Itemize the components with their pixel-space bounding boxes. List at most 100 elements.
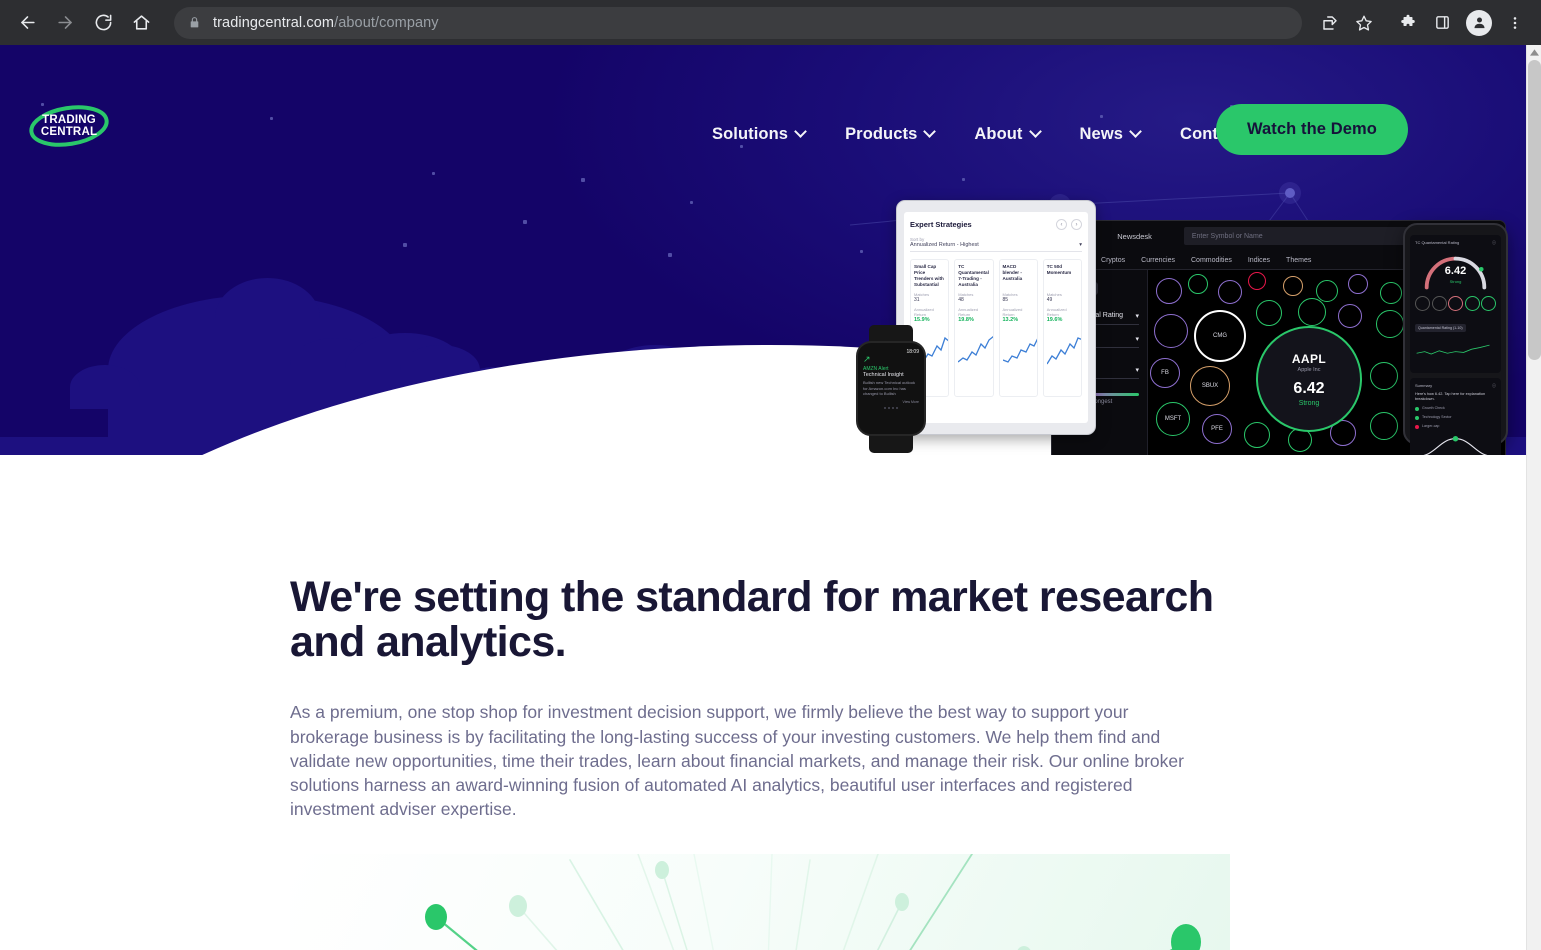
url-path: /about/company <box>334 14 439 31</box>
bubble-symbol: AAPL <box>1291 351 1327 366</box>
bubble <box>1380 282 1402 304</box>
laptop-tab-indices: Indices <box>1247 256 1271 264</box>
site-navigation: TRADING CENTRAL Solutions Products About… <box>0 45 1526 175</box>
chrome-menu-button[interactable] <box>1499 7 1531 39</box>
address-bar[interactable]: tradingcentral.com/about/company <box>174 6 1302 39</box>
bookmark-button[interactable] <box>1348 7 1380 39</box>
bubble-label: PFE <box>1211 426 1223 432</box>
tablet-title: Expert Strategies <box>910 220 972 229</box>
share-button[interactable] <box>1314 7 1346 39</box>
sparkline-chart <box>957 336 993 363</box>
bubble <box>1154 314 1188 348</box>
nav-item-solutions[interactable]: Solutions <box>712 119 807 150</box>
watch-alert-subtitle: Technical Insight <box>863 372 904 378</box>
scroll-up-button[interactable] <box>1527 45 1541 59</box>
bubble <box>1338 304 1362 328</box>
forward-arrow-icon <box>57 16 72 29</box>
metric-icon <box>1481 296 1496 311</box>
watch-more-link: View More <box>902 399 919 404</box>
laptop-tab-themes: Themes <box>1286 256 1312 264</box>
phone-metric-icons <box>1415 296 1496 311</box>
bubble <box>1248 272 1266 290</box>
metric-icon <box>1464 296 1480 311</box>
nav-item-products[interactable]: Products <box>845 119 937 150</box>
watch-page-dots <box>863 406 919 409</box>
primary-nav: Solutions Products About News Contact <box>712 119 1242 150</box>
profile-button[interactable] <box>1466 9 1492 36</box>
reload-button[interactable] <box>86 6 120 40</box>
phone-summary-title: Summary <box>1415 383 1433 388</box>
bubble-label: CMG <box>1213 333 1227 339</box>
bubble-cmg: CMG <box>1194 310 1246 362</box>
status-dot <box>1415 416 1419 420</box>
burst-node <box>1017 946 1031 950</box>
phone-gauge-value: 6.42 <box>1444 265 1467 277</box>
bullet-label: Technology Sector <box>1422 415 1452 419</box>
focused-bubble-aapl: AAPL Apple Inc 6.42 Strong <box>1256 326 1362 432</box>
bubble <box>1298 298 1326 326</box>
bullet-label: Larger-cap <box>1422 424 1440 428</box>
chevron-down-icon: ▾ <box>1135 367 1139 374</box>
scrollbar-thumb[interactable] <box>1528 60 1541 360</box>
phone-card-header: Summary ⓘ <box>1415 383 1496 389</box>
phone-gauge: 6.42 Strong <box>1415 248 1496 292</box>
strategy-return-label: Annualized Return <box>914 307 934 317</box>
burst-node <box>509 895 527 918</box>
page-scrollbar[interactable] <box>1526 45 1541 950</box>
sparkline-chart <box>1002 338 1037 363</box>
puzzle-piece-icon <box>1401 14 1415 26</box>
bubble-sbux: SBUX <box>1190 366 1230 406</box>
strategy-name: TC Quantamental 7-Trading - Australia <box>958 264 989 287</box>
strategy-card: TC Quantamental 7-Trading - Australia Ma… <box>954 259 994 397</box>
strategy-matches-value: 85 <box>1002 297 1009 303</box>
bubble <box>1283 276 1303 296</box>
smartwatch-mockup: 18:09 ↗ AMZN Alert Technical Insight Bul… <box>856 325 926 453</box>
browser-actions <box>1312 7 1531 39</box>
profile-avatar-icon <box>1474 17 1484 29</box>
strategy-return-label: Annualized Return <box>1046 307 1067 317</box>
main-content: We're setting the standard for market re… <box>0 455 1526 950</box>
strategy-return-value: 19.8% <box>958 317 974 323</box>
burst-lines <box>425 854 1201 950</box>
side-panel-button[interactable] <box>1426 7 1458 39</box>
watch-demo-button[interactable]: Watch the Demo <box>1215 104 1408 155</box>
laptop-tab-currencies: Currencies <box>1141 256 1175 264</box>
bubble <box>1370 362 1398 390</box>
phone-chart-block: Quantamental Rating (1-10) <box>1415 316 1496 368</box>
tablet-strategy-cards: Small Cap Price Trenders with Substantia… <box>910 259 1082 397</box>
tablet-sort-select: Annualized Return - Highest ▾ <box>910 242 1082 252</box>
phone-rating-card: TC Quantamental Rating ⓘ 6.42 Strong Qua… <box>1410 235 1501 373</box>
scroll-up-arrow-icon <box>1530 48 1539 56</box>
back-button[interactable] <box>10 6 44 40</box>
bubble-msft: MSFT <box>1156 402 1190 436</box>
phone-bullet: Larger-cap <box>1415 424 1496 429</box>
strategy-return-label: Annualized Return <box>958 307 979 317</box>
radial-burst-graphic <box>290 854 1230 950</box>
metric-icon <box>1415 296 1430 311</box>
laptop-nav-newsdesk: Newsdesk <box>1117 231 1152 241</box>
phone-summary-card: Summary ⓘ Here's how 6.42. Tap here for … <box>1410 378 1501 455</box>
nav-item-about[interactable]: About <box>974 119 1042 150</box>
strategy-return-value: 13.2% <box>1002 317 1019 323</box>
strategy-name: Small Cap Price Trenders with Substantia… <box>914 264 944 287</box>
chevron-down-icon <box>1129 125 1142 138</box>
phone-mockup: TC Quantamental Rating ⓘ 6.42 Strong Qua… <box>1403 223 1508 455</box>
content-wrapper: We're setting the standard for market re… <box>290 575 1230 950</box>
hero-device-mockups: Overview Newsdesk Enter Symbol or Name G… <box>856 175 1516 455</box>
logo[interactable]: TRADING CENTRAL <box>28 102 110 150</box>
logo-line-2: CENTRAL <box>40 126 98 138</box>
strategy-return-label: Annualized Return <box>1002 307 1023 317</box>
lock-icon <box>188 16 201 29</box>
burst-node <box>655 861 669 880</box>
nav-item-news[interactable]: News <box>1080 119 1142 150</box>
metric-icon <box>1448 296 1463 311</box>
forward-button[interactable] <box>48 6 82 40</box>
phone-bullet: Growth Check <box>1415 406 1496 411</box>
chevron-down-icon: ▾ <box>1079 242 1082 248</box>
nav-label: About <box>974 125 1023 143</box>
extensions-button[interactable] <box>1392 7 1424 39</box>
bubble <box>1244 422 1270 448</box>
page-title: We're setting the standard for market re… <box>290 573 1214 666</box>
hero-section: Overview Newsdesk Enter Symbol or Name G… <box>0 45 1526 455</box>
home-button[interactable] <box>124 6 158 40</box>
